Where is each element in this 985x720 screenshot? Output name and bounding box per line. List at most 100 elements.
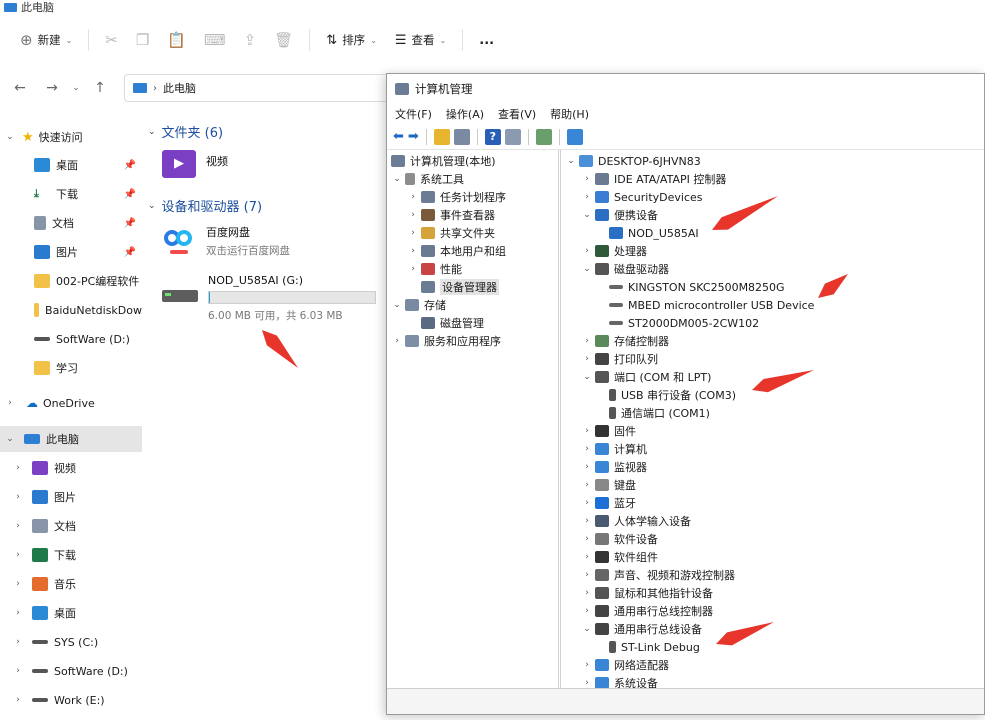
- device-category[interactable]: › 固件: [581, 422, 636, 440]
- toolbar-divider: [476, 128, 478, 145]
- sidebar-item-onedrive[interactable]: › ☁ OneDrive: [0, 390, 142, 416]
- device-item[interactable]: NOD_U585AI: [609, 224, 699, 242]
- sidebar-item-pc-child[interactable]: › Work (E:): [0, 687, 142, 713]
- sidebar-item-folder[interactable]: BaiduNetdiskDow: [0, 297, 142, 323]
- device-category[interactable]: › SecurityDevices: [581, 188, 702, 206]
- sort-button[interactable]: ⇅ 排序 ⌄: [320, 26, 383, 54]
- sidebar-item-folder[interactable]: 学习: [0, 355, 142, 381]
- delete-button[interactable]: 🗑: [268, 26, 299, 54]
- tree-item-root[interactable]: 计算机管理(本地): [391, 152, 496, 170]
- up-arrow-icon[interactable]: ↑: [88, 80, 112, 96]
- scan-hardware-icon[interactable]: [535, 128, 552, 145]
- tree-item-system-child[interactable]: › 共享文件夹: [407, 224, 495, 242]
- sidebar-item-drive[interactable]: SoftWare (D:): [0, 326, 142, 352]
- device-item[interactable]: MBED microcontroller USB Device: [609, 296, 814, 314]
- view-button[interactable]: ☰ 查看 ⌄: [389, 26, 452, 54]
- device-category[interactable]: › 通用串行总线控制器: [581, 602, 713, 620]
- baidu-title: 百度网盘: [206, 226, 250, 239]
- device-category[interactable]: › 蓝牙: [581, 494, 636, 512]
- sidebar-item-pc-child[interactable]: › SYS (C:): [0, 629, 142, 655]
- tree-item-system-child[interactable]: › 本地用户和组: [407, 242, 506, 260]
- sidebar-item-pc-child[interactable]: › 图片: [0, 484, 142, 510]
- sidebar-item-downloads[interactable]: ⤓ 下载 📌: [0, 181, 142, 207]
- tree-item-system-child[interactable]: › 性能: [407, 260, 462, 278]
- device-item[interactable]: USB 串行设备 (COM3): [609, 386, 736, 404]
- tree-item-system-child[interactable]: 设备管理器: [407, 278, 499, 296]
- help-icon[interactable]: ?: [484, 128, 501, 145]
- sidebar-item-pc-child[interactable]: › 视频: [0, 455, 142, 481]
- pin-icon[interactable]: 📌: [124, 247, 136, 258]
- device-item[interactable]: ST-Link Debug: [609, 638, 700, 656]
- device-item[interactable]: 通信端口 (COM1): [609, 404, 710, 422]
- folder-up-icon[interactable]: [433, 128, 450, 145]
- pin-icon[interactable]: 📌: [124, 160, 136, 171]
- baidu-tile[interactable]: 百度网盘 双击运行百度网盘: [162, 224, 290, 258]
- device-category[interactable]: › 人体学输入设备: [581, 512, 691, 530]
- sidebar-item-desktop[interactable]: 桌面 📌: [0, 152, 142, 178]
- folder-icon: [34, 274, 50, 288]
- address-bar[interactable]: › 此电脑: [124, 74, 394, 102]
- pin-icon[interactable]: 📌: [124, 218, 136, 229]
- sidebar-item-pc-child[interactable]: › 音乐: [0, 571, 142, 597]
- forward-arrow-icon[interactable]: →: [40, 80, 64, 96]
- rename-button[interactable]: ⌨: [198, 26, 232, 54]
- tree-item-services[interactable]: › 服务和应用程序: [391, 332, 501, 350]
- tree-item-system-child[interactable]: › 任务计划程序: [407, 188, 506, 206]
- menu-help[interactable]: 帮助(H): [550, 106, 589, 122]
- device-category[interactable]: › 监视器: [581, 458, 647, 476]
- devices-group-header[interactable]: ⌄ 设备和驱动器 (7): [148, 196, 262, 215]
- monitor-icon[interactable]: [566, 128, 583, 145]
- copy-button[interactable]: ❐: [130, 26, 155, 54]
- tree-item-disk-management[interactable]: 磁盘管理: [421, 314, 484, 332]
- recent-dropdown-icon[interactable]: ⌄: [64, 83, 88, 93]
- device-category[interactable]: › 鼠标和其他指针设备: [581, 584, 713, 602]
- device-item[interactable]: ST2000DM005-2CW102: [609, 314, 759, 332]
- sidebar-item-pc-child[interactable]: › 桌面: [0, 600, 142, 626]
- folders-group-header[interactable]: ⌄ 文件夹 (6): [148, 122, 223, 141]
- device-category[interactable]: › 处理器: [581, 242, 647, 260]
- device-category[interactable]: ⌄ 磁盘驱动器: [581, 260, 669, 278]
- sidebar-item-quick-access[interactable]: ⌄ ★ 快速访问: [0, 124, 142, 150]
- cut-button[interactable]: ✂: [99, 26, 124, 54]
- device-category[interactable]: ⌄ 通用串行总线设备: [581, 620, 702, 638]
- show-hide-tree-icon[interactable]: [453, 128, 470, 145]
- sidebar-item-pc-child[interactable]: › 下载: [0, 542, 142, 568]
- back-arrow-icon[interactable]: ⬅: [393, 129, 404, 144]
- sidebar-item-folder[interactable]: 002-PC编程软件: [0, 268, 142, 294]
- device-category[interactable]: › IDE ATA/ATAPI 控制器: [581, 170, 726, 188]
- share-button[interactable]: ⇪: [238, 26, 263, 54]
- more-options-button[interactable]: ...: [473, 26, 500, 54]
- device-category[interactable]: › 声音、视频和游戏控制器: [581, 566, 735, 584]
- device-category[interactable]: ⌄ 端口 (COM 和 LPT): [581, 368, 711, 386]
- device-item[interactable]: KINGSTON SKC2500M8250G: [609, 278, 785, 296]
- device-category[interactable]: › 键盘: [581, 476, 636, 494]
- device-category[interactable]: › 存储控制器: [581, 332, 669, 350]
- drive-tile[interactable]: NOD_U585AI (G:) 6.00 MB 可用，共 6.03 MB: [162, 274, 376, 323]
- menu-action[interactable]: 操作(A): [446, 106, 484, 122]
- device-category[interactable]: › 软件组件: [581, 548, 658, 566]
- sidebar-item-this-pc[interactable]: ⌄ 此电脑: [0, 426, 142, 452]
- forward-arrow-icon[interactable]: ➡: [408, 129, 419, 144]
- tree-item-storage[interactable]: ⌄ 存储: [391, 296, 446, 314]
- device-category[interactable]: ⌄ 便携设备: [581, 206, 658, 224]
- tree-item-system-child[interactable]: › 事件查看器: [407, 206, 495, 224]
- properties-icon[interactable]: [504, 128, 521, 145]
- back-arrow-icon[interactable]: ←: [8, 80, 32, 96]
- menu-file[interactable]: 文件(F): [395, 106, 432, 122]
- new-button[interactable]: ⊕ 新建 ⌄: [14, 26, 78, 54]
- device-category[interactable]: › 打印队列: [581, 350, 658, 368]
- device-category[interactable]: › 软件设备: [581, 530, 658, 548]
- device-category[interactable]: › 网络适配器: [581, 656, 669, 674]
- device-category[interactable]: › 计算机: [581, 440, 647, 458]
- device-tree-root[interactable]: ⌄ DESKTOP-6JHVN83: [565, 152, 701, 170]
- sidebar-item-pc-child[interactable]: › 文档: [0, 513, 142, 539]
- tree-item-system-tools[interactable]: ⌄ 系统工具: [391, 170, 464, 188]
- sidebar-item-pictures[interactable]: 图片 📌: [0, 239, 142, 265]
- paste-button[interactable]: 📋: [161, 26, 192, 54]
- pin-icon[interactable]: 📌: [124, 189, 136, 200]
- sidebar-item-documents[interactable]: 文档 📌: [0, 210, 142, 236]
- menu-view[interactable]: 查看(V): [498, 106, 536, 122]
- folder-tile[interactable]: ▶ 视频: [162, 150, 228, 178]
- sidebar-item-pc-child[interactable]: › SoftWare (D:): [0, 658, 142, 684]
- chevron-right-icon: ›: [16, 579, 20, 589]
